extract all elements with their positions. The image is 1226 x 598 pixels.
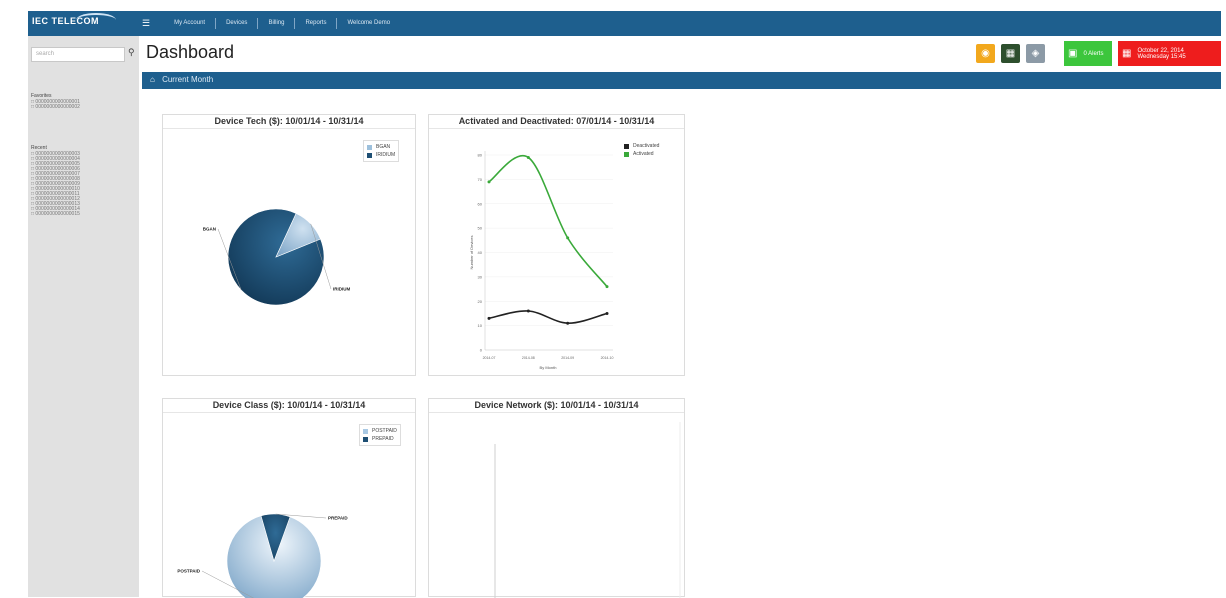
nav-my-account[interactable]: My Account xyxy=(164,18,217,29)
data-point[interactable] xyxy=(526,155,530,159)
pie-slice-label: IRIDIUM xyxy=(333,287,351,292)
data-point[interactable] xyxy=(526,309,530,313)
y-tick-label: 30 xyxy=(478,274,483,279)
current-month-bar[interactable]: ⌂ Current Month xyxy=(142,72,1221,89)
y-tick-label: 10 xyxy=(478,323,483,328)
nav-welcome-user[interactable]: Welcome Demo xyxy=(337,18,400,29)
x-tick-label: 2014-09 xyxy=(561,356,574,360)
sidebar: search ⚲ Favorites □ 0000000000000001 □ 0… xyxy=(28,36,139,597)
calculator-icon: ▦ xyxy=(1005,48,1016,59)
activated-title: Activated and Deactivated: 07/01/14 - 10… xyxy=(429,115,684,129)
device-class-title: Device Class ($): 10/01/14 - 10/31/14 xyxy=(163,399,415,413)
series-line[interactable] xyxy=(488,310,608,324)
y-tick-label: 60 xyxy=(478,201,483,206)
favorites-section: Favorites □ 0000000000000001 □ 0000000000… xyxy=(31,94,80,110)
alerts-button[interactable]: ▣ 0 Alerts xyxy=(1064,41,1112,66)
day-label: Wednesday 15:45 xyxy=(1137,53,1186,60)
pie-slice-label: POSTPAID xyxy=(177,569,200,574)
device-tech-title: Device Tech ($): 10/01/14 - 10/31/14 xyxy=(163,115,415,129)
device-network-title: Device Network ($): 10/01/14 - 10/31/14 xyxy=(429,399,684,413)
y-tick-label: 40 xyxy=(478,250,483,255)
activated-panel: Activated and Deactivated: 07/01/14 - 10… xyxy=(428,114,685,376)
binoculars-icon: ◉ xyxy=(981,48,990,59)
data-point[interactable] xyxy=(487,316,491,320)
sidebar-device-link[interactable]: □ 0000000000000002 xyxy=(31,105,80,110)
home-icon: ⌂ xyxy=(150,75,155,84)
toolbar: ◉ ▦ ◈ xyxy=(976,41,1045,66)
date-button[interactable]: ▦ October 22, 2014 Wednesday 15:45 xyxy=(1118,41,1221,66)
sidebar-device-link[interactable]: □ 0000000000000015 xyxy=(31,212,80,217)
y-axis-label: Number of Devices xyxy=(469,235,474,269)
date-text-block: October 22, 2014 Wednesday 15:45 xyxy=(1137,48,1185,60)
nav-reports[interactable]: Reports xyxy=(295,18,338,29)
top-nav-bar: IEC TELECOM ☰ My Account Devices Billing… xyxy=(28,11,1221,36)
main-nav: ☰ My Account Devices Billing Reports Wel… xyxy=(142,11,400,36)
device-class-panel: Device Class ($): 10/01/14 - 10/31/14 PO… xyxy=(162,398,416,598)
calendar-icon: ▦ xyxy=(1122,48,1132,59)
y-tick-label: 20 xyxy=(478,299,483,304)
device-tech-panel: Device Tech ($): 10/01/14 - 10/31/14 BGA… xyxy=(162,114,416,376)
activated-line-chart: 0 10 20 30 40 50 60 70 80 2014-07 2014-08 2014-09 20… xyxy=(469,151,614,370)
globe-button[interactable]: ◈ xyxy=(1026,44,1045,63)
y-tick-label: 80 xyxy=(478,153,483,158)
nav-billing[interactable]: Billing xyxy=(258,18,296,29)
data-point[interactable] xyxy=(605,311,609,315)
data-point[interactable] xyxy=(566,236,570,240)
recent-section: Recent □ 0000000000000003 □ 0000000000000… xyxy=(31,146,80,217)
nav-devices[interactable]: Devices xyxy=(216,18,259,29)
y-tick-label: 70 xyxy=(478,177,483,182)
device-network-chart xyxy=(494,422,681,598)
calculator-button[interactable]: ▦ xyxy=(1001,44,1020,63)
money-icon: ▣ xyxy=(1068,48,1078,59)
x-tick-label: 2014-10 xyxy=(601,356,614,360)
y-tick-label: 50 xyxy=(478,226,483,231)
y-tick-label: 0 xyxy=(480,348,483,353)
pie-slice-label: PREPAID xyxy=(328,516,348,521)
globe-icon: ◈ xyxy=(1031,48,1040,59)
search-input[interactable]: search xyxy=(31,47,125,62)
data-point[interactable] xyxy=(487,180,491,184)
series-line[interactable] xyxy=(488,154,608,288)
x-axis-label: By Month xyxy=(540,365,557,370)
date-label: October 22, 2014 xyxy=(1137,47,1184,54)
x-tick-label: 2014-08 xyxy=(522,356,535,360)
x-tick-label: 2014-07 xyxy=(483,356,496,360)
binoculars-button[interactable]: ◉ xyxy=(976,44,995,63)
alerts-label: 0 Alerts xyxy=(1083,50,1104,57)
search-icon[interactable]: ⚲ xyxy=(128,47,135,58)
device-tech-pie-chart: BGAN IRIDIUM xyxy=(203,208,351,306)
data-point[interactable] xyxy=(605,285,609,289)
device-class-pie-chart: POSTPAID PREPAID xyxy=(177,513,348,598)
logo-swoosh-icon xyxy=(76,13,116,27)
section-title: Current Month xyxy=(162,75,214,84)
data-point[interactable] xyxy=(566,321,570,325)
page-title: Dashboard xyxy=(146,42,235,62)
hamburger-menu-icon[interactable]: ☰ xyxy=(142,18,150,29)
device-network-panel: Device Network ($): 10/01/14 - 10/31/14 xyxy=(428,398,685,598)
pie-slice-label: BGAN xyxy=(203,227,216,232)
